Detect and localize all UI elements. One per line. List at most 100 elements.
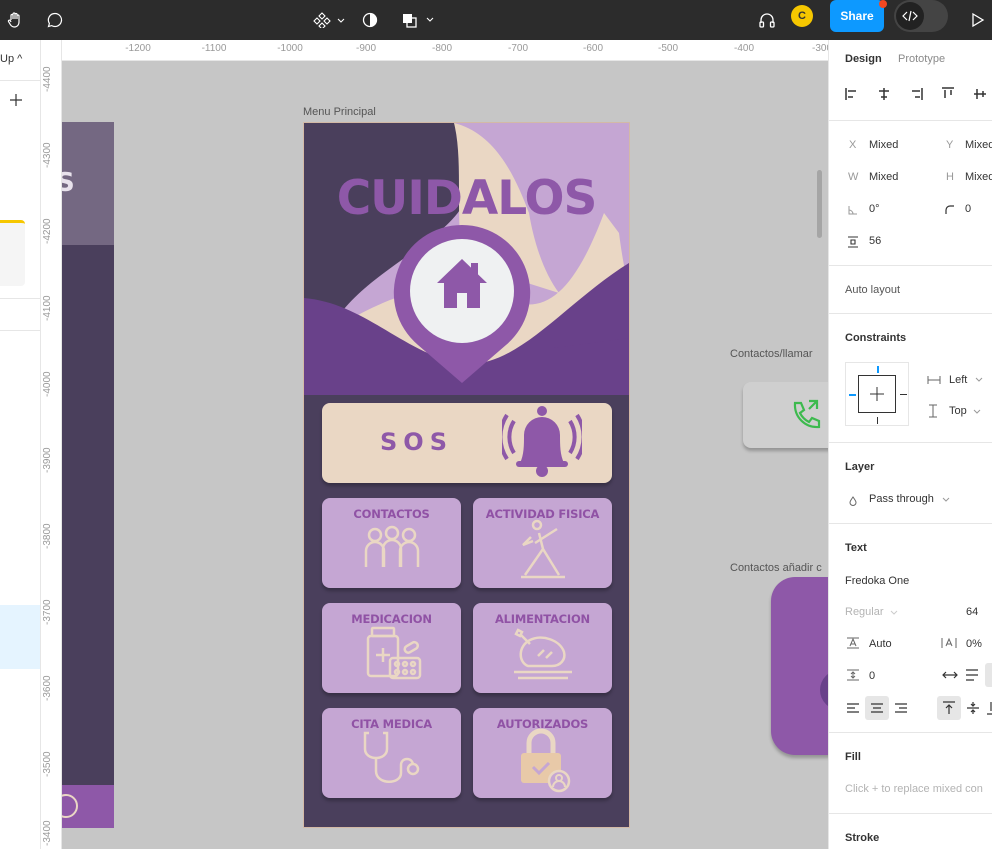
- canvas[interactable]: S Menu Principal CUIDALOS SOS CONTACTOS …: [62, 61, 828, 849]
- user-avatar[interactable]: C: [791, 5, 813, 27]
- ruler-label: -1100: [201, 43, 227, 54]
- vertical-align-bottom-icon[interactable]: [987, 701, 992, 715]
- ruler-label: -400: [733, 43, 755, 54]
- ruler-label: -3800: [42, 523, 53, 549]
- sos-button[interactable]: SOS: [322, 403, 612, 483]
- blend-mode-select[interactable]: Pass through: [869, 493, 934, 505]
- vertical-constraint-select[interactable]: Top: [949, 405, 967, 417]
- hand-tool-icon[interactable]: [4, 0, 26, 40]
- rotation-field[interactable]: 0°: [869, 203, 880, 215]
- align-center-h-icon[interactable]: [877, 87, 891, 101]
- rotation-icon: [848, 206, 857, 215]
- h-field[interactable]: Mixed: [965, 171, 992, 183]
- contactos-anadir-frame[interactable]: [771, 577, 828, 755]
- text-align-left-icon[interactable]: [846, 702, 860, 714]
- ruler-label: -3600: [42, 675, 53, 701]
- auto-layout-label[interactable]: Auto layout: [845, 284, 900, 296]
- frame-label-contactos-llamar[interactable]: Contactos/llamar: [730, 348, 813, 360]
- tile-cita-medica[interactable]: CITA MEDICA: [322, 708, 461, 798]
- notification-dot: [879, 0, 887, 8]
- boolean-icon[interactable]: [400, 0, 436, 40]
- constraint-left[interactable]: [849, 394, 856, 396]
- line-height-icon: [847, 637, 859, 649]
- constraints-title: Constraints: [845, 332, 907, 344]
- tile-alimentacion[interactable]: ALIMENTACION: [473, 603, 612, 693]
- frame-label-contactos-anadir[interactable]: Contactos añadir c: [730, 562, 822, 574]
- align-right-icon[interactable]: [909, 87, 923, 101]
- constraint-bottom[interactable]: [877, 417, 878, 424]
- divider: [0, 330, 40, 331]
- constraints-widget[interactable]: [845, 362, 909, 426]
- fill-section: Fill Click + to replace mixed con: [829, 733, 992, 814]
- letter-spacing-field[interactable]: 0%: [966, 638, 982, 650]
- fill-hint: Click + to replace mixed con: [845, 783, 983, 795]
- tile-actividad-fisica[interactable]: ACTIVIDAD FISICA: [473, 498, 612, 588]
- ruler-label: -800: [431, 43, 453, 54]
- resize-width-icon[interactable]: [942, 670, 958, 680]
- share-button[interactable]: Share: [830, 0, 884, 32]
- dev-mode-toggle[interactable]: [894, 0, 948, 32]
- constraint-right[interactable]: [900, 394, 907, 395]
- frame-label-menu-principal[interactable]: Menu Principal: [303, 106, 376, 118]
- w-label: W: [848, 171, 859, 183]
- font-weight-select[interactable]: Regular: [845, 606, 884, 618]
- design-panel: Design Prototype X Mixed Y Mixed W Mixed…: [828, 40, 992, 849]
- comment-icon[interactable]: [44, 0, 66, 40]
- tab-design[interactable]: Design: [845, 53, 882, 65]
- x-label: X: [849, 139, 857, 151]
- vertical-constraint-icon: [929, 404, 937, 418]
- ruler-label: -4100: [42, 295, 53, 321]
- w-field[interactable]: Mixed: [869, 171, 898, 183]
- chevron-down-icon: [975, 377, 983, 382]
- y-field[interactable]: Mixed: [965, 139, 992, 151]
- resize-height-icon[interactable]: [965, 669, 979, 681]
- layer-section: Layer Pass through: [829, 443, 992, 524]
- ruler-label: -500: [657, 43, 679, 54]
- tile-label: CONTACTOS: [353, 507, 430, 521]
- spacing-field[interactable]: 56: [869, 235, 881, 247]
- people-group-icon: [364, 525, 419, 567]
- add-page-icon[interactable]: [9, 93, 23, 110]
- menu-principal-frame[interactable]: CUIDALOS SOS CONTACTOS ACTIVIDAD FISICA …: [303, 122, 630, 828]
- fixed-size-toggle[interactable]: [985, 663, 992, 687]
- layer-title: Layer: [845, 461, 875, 473]
- vertical-scrollbar[interactable]: [817, 170, 822, 238]
- left-frame[interactable]: S: [62, 122, 114, 828]
- line-height-field[interactable]: Auto: [869, 638, 892, 650]
- tab-prototype[interactable]: Prototype: [898, 53, 945, 65]
- align-left-icon[interactable]: [845, 87, 859, 101]
- components-icon[interactable]: [312, 0, 348, 40]
- contactos-llamar-frame[interactable]: [743, 382, 828, 448]
- text-align-right-icon[interactable]: [894, 702, 908, 714]
- auto-layout-section: Auto layout: [829, 266, 992, 314]
- roast-chicken-icon: [513, 628, 572, 680]
- selected-layer-row[interactable]: [0, 605, 40, 669]
- horizontal-constraint-select[interactable]: Left: [949, 374, 967, 386]
- text-align-center-active[interactable]: [865, 696, 889, 720]
- page-selector[interactable]: Up ^: [0, 53, 22, 65]
- ruler-label: -3400: [42, 820, 53, 846]
- ruler-label: -4300: [42, 142, 53, 168]
- x-field[interactable]: Mixed: [869, 139, 898, 151]
- font-size-field[interactable]: 64: [966, 606, 978, 618]
- tile-medicacion[interactable]: MEDICACION: [322, 603, 461, 693]
- font-family-select[interactable]: Fredoka One: [845, 575, 909, 587]
- headphones-icon[interactable]: [756, 0, 778, 40]
- radius-field[interactable]: 0: [965, 203, 971, 215]
- paragraph-spacing-icon: [847, 669, 859, 681]
- tile-autorizados[interactable]: AUTORIZADOS: [473, 708, 612, 798]
- app-title: CUIDALOS: [336, 171, 598, 226]
- align-top-icon[interactable]: [941, 87, 955, 101]
- tile-contactos[interactable]: CONTACTOS: [322, 498, 461, 588]
- vertical-align-top-icon: [943, 701, 955, 714]
- constraint-top[interactable]: [877, 366, 879, 373]
- text-align-center-icon: [871, 703, 883, 713]
- vertical-align-top-active[interactable]: [937, 696, 961, 720]
- ruler-label: -700: [507, 43, 529, 54]
- align-center-v-icon[interactable]: [973, 87, 987, 101]
- present-icon[interactable]: [968, 0, 988, 40]
- vertical-ruler: -4400 -4300 -4200 -4100 -4000 -3900 -380…: [41, 40, 62, 849]
- paragraph-spacing-field[interactable]: 0: [869, 670, 875, 682]
- contrast-icon[interactable]: [360, 0, 380, 40]
- vertical-align-middle-icon[interactable]: [966, 701, 980, 715]
